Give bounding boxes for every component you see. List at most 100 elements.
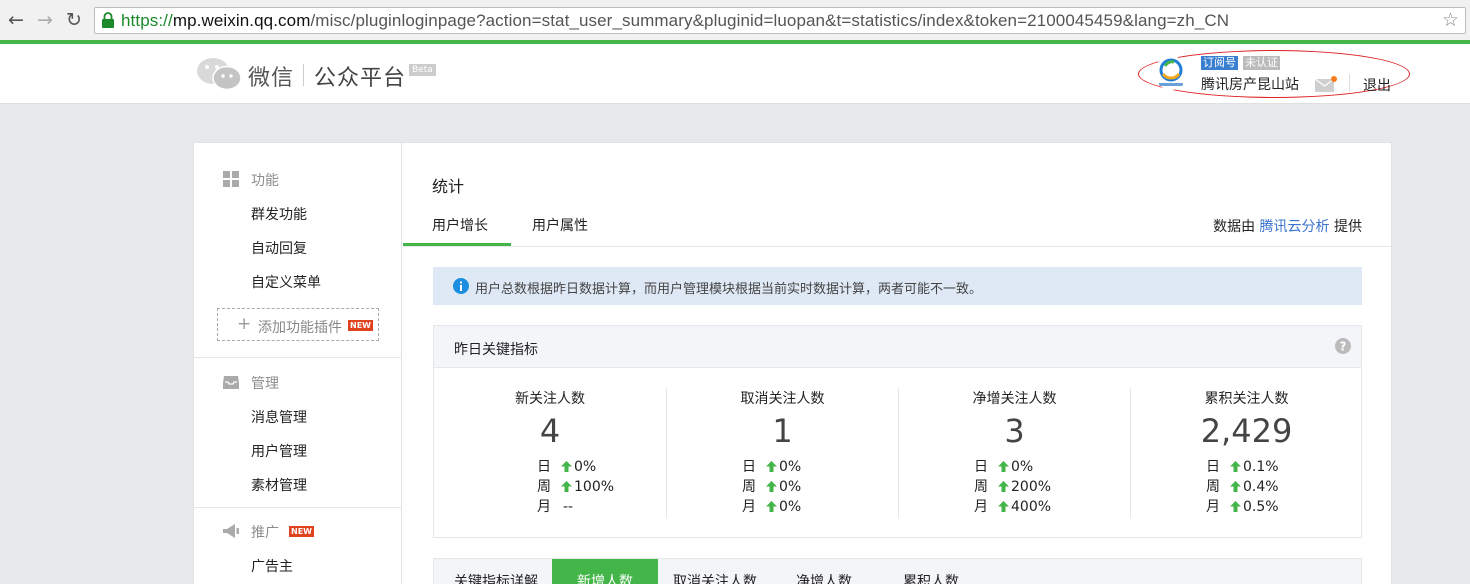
sidebar-item-materials[interactable]: 素材管理 bbox=[251, 475, 307, 495]
trend-value: 0% bbox=[574, 459, 597, 475]
brand-divider bbox=[303, 64, 304, 86]
grid-icon bbox=[223, 171, 239, 187]
sidebar-item-messages[interactable]: 消息管理 bbox=[251, 407, 307, 427]
help-icon[interactable]: ? bbox=[1335, 338, 1351, 354]
site-header: 微信 公众平台 Beta 订阅号 未认证 腾讯房产昆山站 退出 bbox=[0, 44, 1470, 104]
url-text: https://mp.weixin.qq.com/misc/pluginlogi… bbox=[121, 11, 1230, 30]
trend-period: 日 bbox=[742, 459, 756, 475]
platform-name: 公众平台 bbox=[314, 66, 407, 91]
page-title: 统计 bbox=[432, 177, 465, 196]
new-badge: NEW bbox=[289, 526, 314, 537]
verification-badge: 未认证 bbox=[1243, 56, 1280, 70]
kpi-label: 净增关注人数 bbox=[972, 391, 1057, 407]
sidebar-item-custom-menu[interactable]: 自定义菜单 bbox=[251, 272, 321, 292]
trend-period: 日 bbox=[1206, 459, 1220, 475]
active-tab-indicator bbox=[403, 243, 511, 246]
header-divider bbox=[1349, 74, 1350, 92]
account-type-badge: 订阅号 bbox=[1201, 56, 1238, 70]
forward-arrow-icon[interactable]: → bbox=[33, 8, 57, 32]
trend-period: 月 bbox=[742, 499, 756, 515]
kpi-card: 新关注人数 4 日 0% 周 100% 月 -- bbox=[434, 388, 666, 518]
plus-icon: + bbox=[237, 314, 252, 334]
trend-value: 0% bbox=[1011, 459, 1034, 475]
tab-bar: 用户增长 用户属性 数据由 腾讯云分析 提供 bbox=[403, 205, 1391, 247]
kpi-trend-row: 月 0% bbox=[742, 496, 801, 516]
up-arrow-icon bbox=[1230, 481, 1241, 492]
tab-user-growth[interactable]: 用户增长 bbox=[432, 215, 488, 235]
trend-value: 0% bbox=[779, 499, 802, 515]
account-name[interactable]: 腾讯房产昆山站 bbox=[1201, 74, 1299, 94]
brand-name: 微信 bbox=[248, 66, 295, 91]
trend-value: 0.1% bbox=[1243, 459, 1279, 475]
trend-period: 周 bbox=[742, 479, 756, 495]
sidebar-item-users[interactable]: 用户管理 bbox=[251, 441, 307, 461]
beta-badge: Beta bbox=[409, 64, 436, 76]
wechat-logo-icon bbox=[197, 58, 242, 91]
kpi-trend-row: 周 100% bbox=[537, 476, 614, 496]
trend-period: 月 bbox=[1206, 499, 1220, 515]
new-badge: NEW bbox=[348, 320, 373, 331]
trend-period: 月 bbox=[537, 499, 551, 515]
sidebar-item-advertiser[interactable]: 广告主 bbox=[251, 556, 293, 576]
up-arrow-icon bbox=[766, 461, 777, 472]
kpi-trend-row: 月 0.5% bbox=[1206, 496, 1279, 516]
info-icon bbox=[453, 278, 469, 294]
up-arrow-icon bbox=[561, 461, 572, 472]
add-plugin-button[interactable]: + 添加功能插件 NEW bbox=[217, 308, 379, 341]
kpi-trend-row: 月 400% bbox=[974, 496, 1051, 516]
trend-period: 日 bbox=[974, 459, 988, 475]
tab-unfollow[interactable]: 取消关注人数 bbox=[673, 571, 757, 584]
trend-value: 200% bbox=[1011, 479, 1052, 495]
kpi-trend-row: 周 0% bbox=[742, 476, 801, 496]
sidebar-divider bbox=[194, 357, 402, 358]
tab-new-users[interactable]: 新增人数 bbox=[552, 559, 658, 584]
svg-text:?: ? bbox=[1340, 340, 1347, 354]
kpi-trend-row: 周 200% bbox=[974, 476, 1051, 496]
kpi-trend-list: 日 0% 周 200% 月 400% bbox=[974, 456, 1051, 516]
kpi-header: 昨日关键指标 ? bbox=[434, 326, 1361, 368]
kpi-trend-list: 日 0.1% 周 0.4% 月 0.5% bbox=[1206, 456, 1279, 516]
logout-link[interactable]: 退出 bbox=[1363, 75, 1391, 95]
browser-toolbar: ← → ↻ https://mp.weixin.qq.com/misc/plug… bbox=[0, 0, 1470, 44]
kpi-value: 3 bbox=[1004, 412, 1025, 450]
trend-value: 100% bbox=[574, 479, 615, 495]
provider-link[interactable]: 腾讯云分析 bbox=[1260, 219, 1330, 235]
info-notice: 用户总数根据昨日数据计算，而用户管理模块根据当前实时数据计算，两者可能不一致。 bbox=[433, 267, 1362, 305]
trend-value: -- bbox=[563, 499, 574, 515]
main-card: 功能 群发功能 自动回复 自定义菜单 + 添加功能插件 NEW 管理 消息管理 … bbox=[193, 142, 1392, 584]
sidebar: 功能 群发功能 自动回复 自定义菜单 + 添加功能插件 NEW 管理 消息管理 … bbox=[194, 143, 402, 584]
kpi-value: 2,429 bbox=[1200, 412, 1293, 450]
metric-detail-label: 关键指标详解 bbox=[454, 574, 538, 584]
trend-value: 0% bbox=[779, 479, 802, 495]
back-arrow-icon[interactable]: ← bbox=[4, 8, 28, 32]
kpi-trend-row: 日 0.1% bbox=[1206, 456, 1279, 476]
trend-period: 月 bbox=[974, 499, 988, 515]
sidebar-item-auto-reply[interactable]: 自动回复 bbox=[251, 238, 307, 258]
tab-user-attributes[interactable]: 用户属性 bbox=[532, 215, 588, 235]
reload-icon[interactable]: ↻ bbox=[62, 8, 86, 32]
kpi-trend-row: 周 0.4% bbox=[1206, 476, 1279, 496]
kpi-label: 新关注人数 bbox=[515, 391, 585, 407]
sidebar-item-mass-send[interactable]: 群发功能 bbox=[251, 204, 307, 224]
address-bar[interactable]: https://mp.weixin.qq.com/misc/pluginlogi… bbox=[94, 7, 1466, 34]
megaphone-icon bbox=[223, 524, 239, 538]
tab-cumulative[interactable]: 累积人数 bbox=[903, 571, 959, 584]
trend-period: 周 bbox=[1206, 479, 1220, 495]
kpi-label: 累积关注人数 bbox=[1204, 391, 1289, 407]
account-avatar[interactable] bbox=[1154, 56, 1188, 90]
inbox-icon bbox=[223, 376, 239, 389]
tab-net-growth[interactable]: 净增人数 bbox=[796, 571, 852, 584]
up-arrow-icon bbox=[998, 501, 1009, 512]
bookmark-star-icon[interactable]: ☆ bbox=[1442, 9, 1459, 31]
kpi-trend-row: 日 0% bbox=[974, 456, 1051, 476]
up-arrow-icon bbox=[766, 481, 777, 492]
up-arrow-icon bbox=[998, 481, 1009, 492]
sidebar-divider bbox=[194, 507, 402, 508]
lock-icon bbox=[102, 12, 114, 28]
kpi-panel: 昨日关键指标 ? 新关注人数 4 日 0% 周 100% 月 -- 取消关注人数 1 日 0% 周 0% 月… bbox=[433, 325, 1362, 538]
metric-detail-tabs: 关键指标详解 新增人数 取消关注人数 净增人数 累积人数 bbox=[433, 558, 1362, 584]
mail-icon[interactable] bbox=[1315, 76, 1337, 92]
trend-value: 0% bbox=[779, 459, 802, 475]
up-arrow-icon bbox=[1230, 461, 1241, 472]
kpi-trend-row: 日 0% bbox=[537, 456, 614, 476]
